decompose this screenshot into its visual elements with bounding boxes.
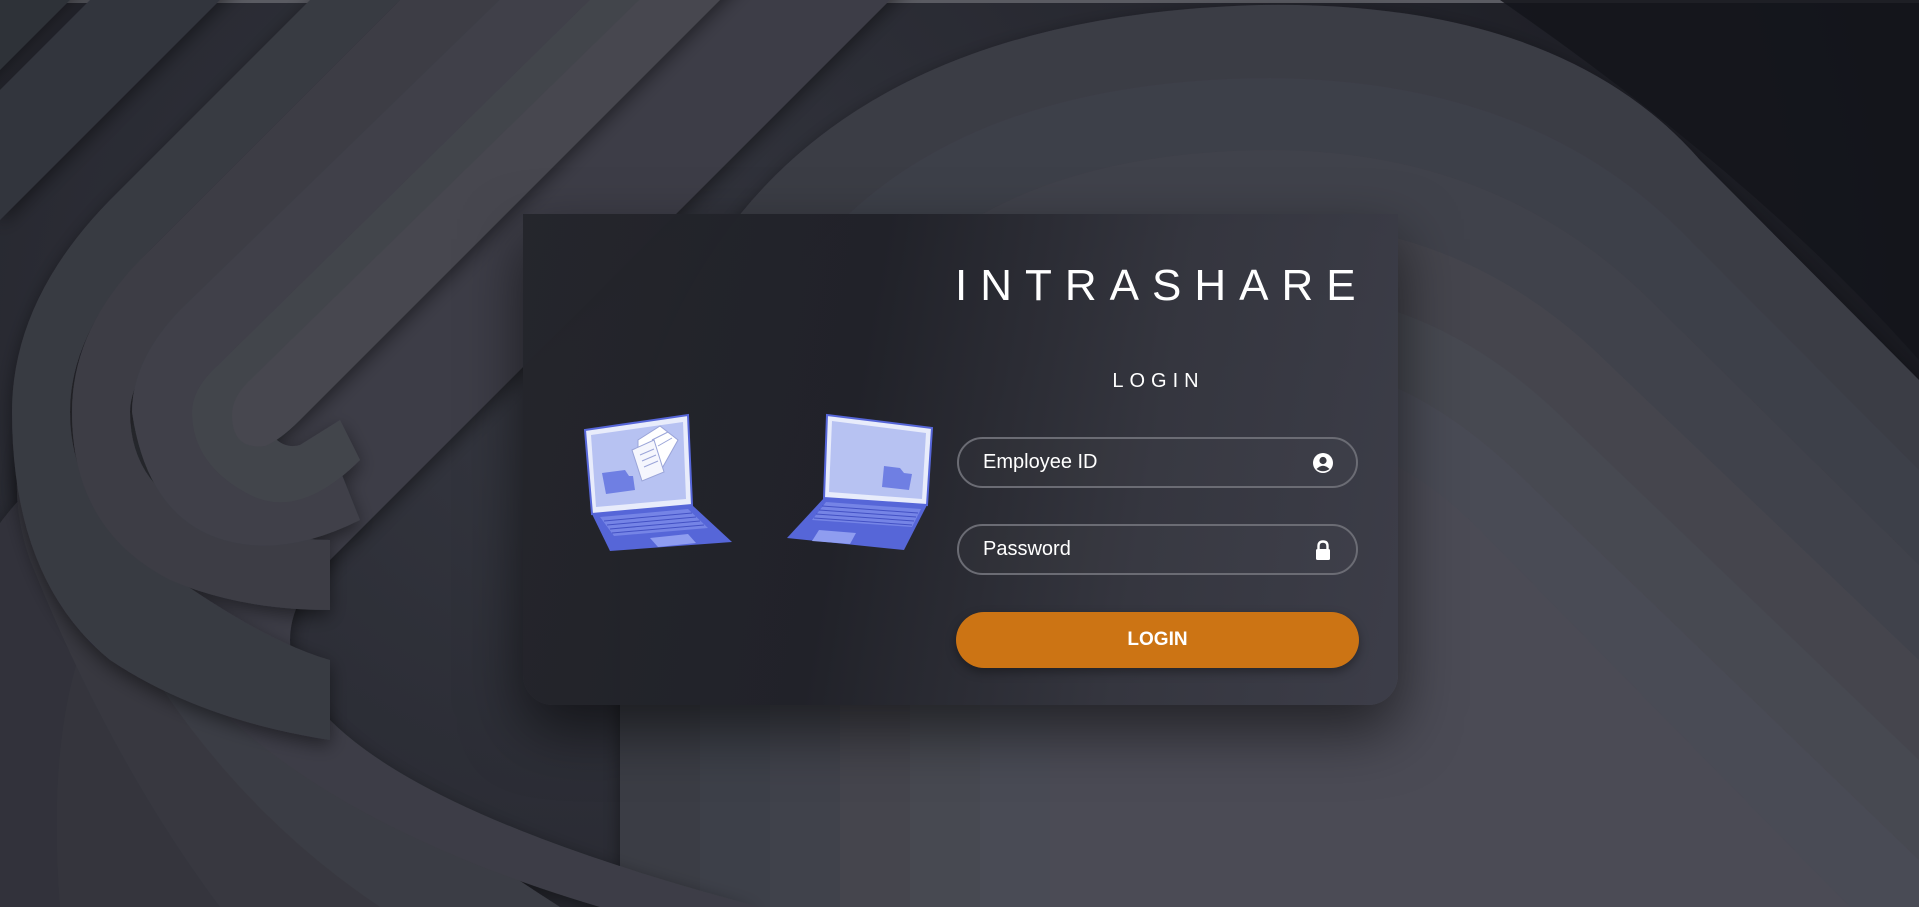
employee-id-field[interactable]	[957, 437, 1358, 488]
lock-icon	[1316, 540, 1330, 560]
user-circle-icon	[1313, 453, 1333, 473]
login-heading: LOGIN	[1112, 370, 1205, 392]
app-brand-title: INTRASHARE	[955, 261, 1369, 310]
employee-id-input[interactable]	[983, 439, 1303, 486]
laptop-sending-files-illustration	[583, 413, 732, 551]
laptop-receiving-folder-illustration	[787, 413, 934, 550]
login-page: INTRASHARE LOGIN LOGIN	[0, 0, 1919, 907]
login-button[interactable]: LOGIN	[956, 612, 1359, 668]
password-field[interactable]	[957, 524, 1358, 575]
password-input[interactable]	[983, 526, 1303, 573]
